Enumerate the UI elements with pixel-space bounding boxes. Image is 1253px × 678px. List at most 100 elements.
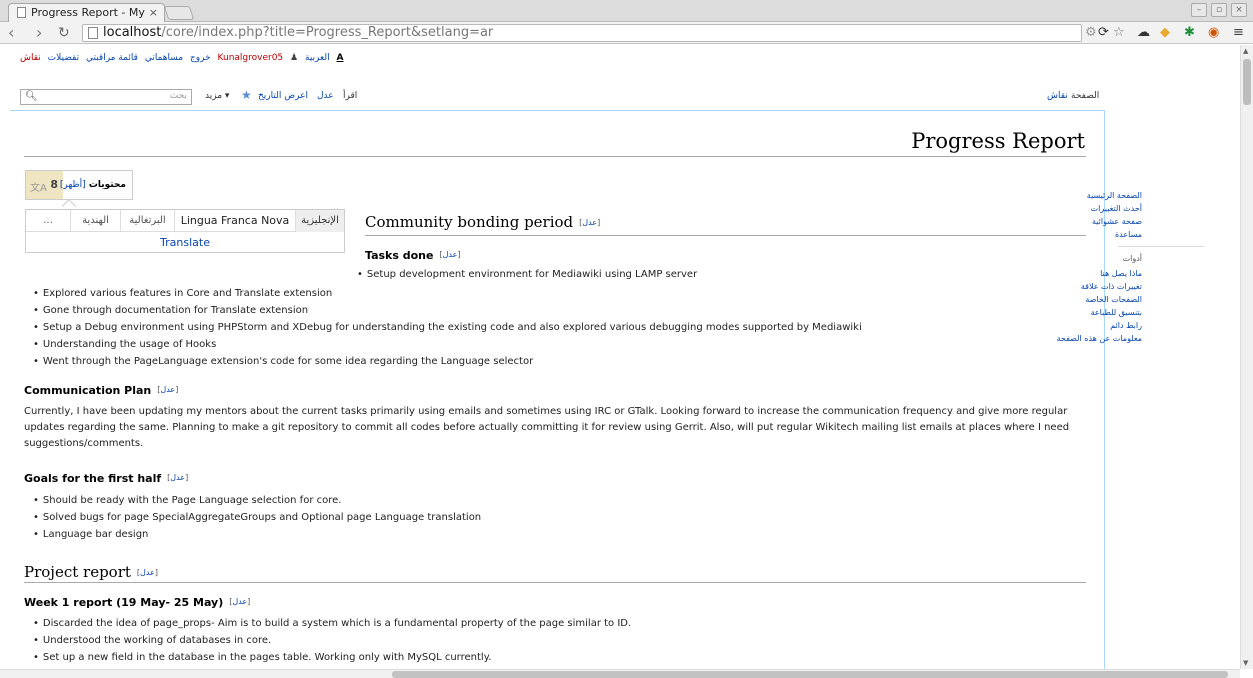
language-more[interactable]: ... (26, 210, 70, 232)
sidebar-item-permalink[interactable]: رابط دائم (1110, 321, 1142, 330)
edit-section-link[interactable]: [عدل] (137, 568, 158, 577)
sync-icon[interactable]: ⟳ (1098, 25, 1109, 41)
minimize-icon[interactable]: – (1191, 3, 1207, 17)
sidebar-item-special-pages[interactable]: الصفحات الخاصة (1085, 295, 1142, 304)
subheading-communication: Communication Plan [عدل] (24, 384, 178, 397)
title-rule (24, 156, 1086, 157)
sidebar-item-related-changes[interactable]: تغييرات ذات علاقة (1081, 282, 1142, 291)
search-input[interactable]: 🔍︎ بحث (20, 89, 192, 105)
tab-page[interactable]: الصفحة (1071, 91, 1099, 101)
cloud-extension-icon[interactable]: ☁ (1137, 25, 1150, 41)
edit-section-link[interactable]: [عدل] (439, 250, 460, 259)
watchlist-link[interactable]: قائمة مراقبتي (86, 53, 138, 63)
translate-icon: 文A (30, 183, 47, 194)
tab-read[interactable]: اقرأ (343, 91, 357, 101)
list-item: Understood the working of databases in c… (33, 635, 271, 646)
edit-label: عدل (442, 250, 458, 259)
edit-section-link[interactable]: [عدل] (157, 385, 178, 394)
logout-link[interactable]: خروج (190, 53, 211, 63)
settings-gear-icon[interactable]: ⚙ (1085, 25, 1097, 41)
list-item: Language bar design (33, 529, 148, 540)
edit-section-link[interactable]: [عدل] (579, 218, 600, 227)
document-icon (88, 27, 98, 39)
personal-tools: خروج مساهماتي قائمة مراقبتي تفضيلات نقاش… (20, 53, 347, 63)
menu-icon[interactable]: ≡ (1233, 25, 1244, 41)
sidebar-item-help[interactable]: مساعدة (1115, 230, 1142, 239)
restore-icon[interactable]: ▫ (1211, 3, 1227, 17)
extension-b-icon[interactable]: ◆ (1160, 25, 1170, 41)
tab-talk[interactable]: نقاش (1047, 91, 1068, 101)
sidebar-tools-heading: أدوات (1122, 254, 1142, 263)
sidebar-item-random-page[interactable]: صفحة عشوائية (1092, 217, 1142, 226)
language-settings-icon[interactable]: A (336, 53, 343, 63)
horizontal-scrollbar[interactable] (0, 669, 1240, 678)
extension-leaf-icon[interactable]: ✱ (1184, 25, 1195, 41)
translation-count: 8 (50, 178, 58, 191)
forward-icon[interactable]: › (36, 24, 42, 42)
sidebar-item-main-page[interactable]: الصفحة الرئيسية (1087, 191, 1142, 200)
watch-star-icon[interactable]: ★ (241, 88, 252, 102)
browser-tab[interactable]: Progress Report - My × (8, 3, 165, 23)
list-item: Discarded the idea of page_props- Aim is… (33, 618, 631, 629)
bookmark-star-icon[interactable]: ☆ (1113, 25, 1125, 41)
sidebar-item-recent-changes[interactable]: أحدث التغييرات (1091, 204, 1142, 213)
extension-bowl-icon[interactable]: ◉ (1208, 25, 1219, 41)
list-item: Setup a Debug environment using PHPStorm… (33, 322, 862, 333)
toc-toggle[interactable]: [أظهر] (60, 180, 86, 190)
search-icon[interactable]: 🔍︎ (25, 91, 38, 102)
back-icon[interactable]: ‹ (8, 24, 14, 42)
username-link[interactable]: Kunalgrover05 (218, 53, 284, 63)
list-item: Went through the PageLanguage extension'… (33, 356, 533, 367)
sidebar-item-printable[interactable]: بتنسيق للطباعة (1091, 308, 1142, 317)
edit-section-link[interactable]: [عدل] (167, 473, 188, 482)
language-hindi[interactable]: الهندية (70, 210, 120, 232)
horizontal-scroll-thumb[interactable] (392, 671, 1228, 678)
scroll-down-icon[interactable]: ▼ (1243, 659, 1248, 667)
toc-title: [أظهر] محتويات (60, 180, 126, 190)
close-tab-icon[interactable]: × (149, 6, 158, 19)
translation-badge[interactable]: 文A 8 (26, 171, 63, 199)
user-talk-link[interactable]: نقاش (20, 53, 41, 63)
close-window-icon[interactable]: × (1231, 3, 1247, 17)
toc-label: محتويات (88, 180, 126, 190)
contributions-link[interactable]: مساهماتي (145, 53, 183, 63)
subheading-title: Goals for the first half (24, 472, 162, 485)
scroll-up-icon[interactable]: ▲ (1243, 47, 1248, 55)
edit-label: عدل (582, 218, 598, 227)
tabs-divider (10, 110, 1105, 111)
address-bar[interactable]: localhost/core/index.php?title=Progress_… (82, 24, 1082, 42)
page-tabs: 🔍︎ بحث مزيد ▾ ★ اعرض التاريخ عدل اقرأ نق… (0, 85, 1105, 111)
subheading-title: Week 1 report (19 May- 25 May) (24, 596, 224, 609)
new-tab-button[interactable] (163, 6, 195, 20)
chevron-down-icon: ▾ (224, 91, 230, 101)
language-link[interactable]: العربية (305, 53, 330, 63)
vertical-scrollbar[interactable]: ▲ ▼ (1240, 45, 1253, 669)
browser-tabstrip: Progress Report - My × – ▫ × (0, 0, 1253, 23)
sidebar-item-what-links-here[interactable]: ماذا يصل هنا (1100, 269, 1142, 278)
section-heading-community: Community bonding period [عدل] (365, 213, 600, 231)
browser-tab-title: Progress Report - My (31, 6, 149, 19)
translate-link[interactable]: Translate (26, 233, 344, 253)
language-bar: ... الهندية البرتغالية Lingua Franca Nov… (25, 209, 345, 253)
language-lfn[interactable]: Lingua Franca Nova (174, 210, 295, 232)
language-english[interactable]: الإنجليزية (295, 210, 344, 232)
section-heading-project: Project report [عدل] (24, 563, 158, 581)
sidebar-item-page-info[interactable]: معلومات عن هذه الصفحة (1057, 334, 1142, 343)
subheading-week1: Week 1 report (19 May- 25 May) [عدل] (24, 596, 250, 609)
tab-history[interactable]: اعرض التاريخ (258, 91, 308, 101)
edit-section-link[interactable]: [عدل] (229, 597, 250, 606)
list-item: Solved bugs for page SpecialAggregateGro… (33, 512, 481, 523)
url-path: /core/index.php?title=Progress_Report&se… (161, 25, 494, 40)
language-row: ... الهندية البرتغالية Lingua Franca Nov… (26, 210, 344, 232)
subheading-title: Tasks done (365, 249, 434, 262)
vertical-scroll-thumb[interactable] (1243, 59, 1251, 105)
language-portuguese[interactable]: البرتغالية (120, 210, 174, 232)
list-item: Explored various features in Core and Tr… (33, 288, 332, 299)
section-title: Community bonding period (365, 213, 574, 231)
preferences-link[interactable]: تفضيلات (48, 53, 79, 63)
more-menu[interactable]: مزيد ▾ (205, 91, 229, 101)
tab-edit[interactable]: عدل (317, 91, 334, 101)
reload-icon[interactable]: ↻ (58, 24, 70, 42)
table-of-contents: 文A 8 [أظهر] محتويات (25, 170, 133, 214)
edit-label: عدل (140, 568, 155, 577)
